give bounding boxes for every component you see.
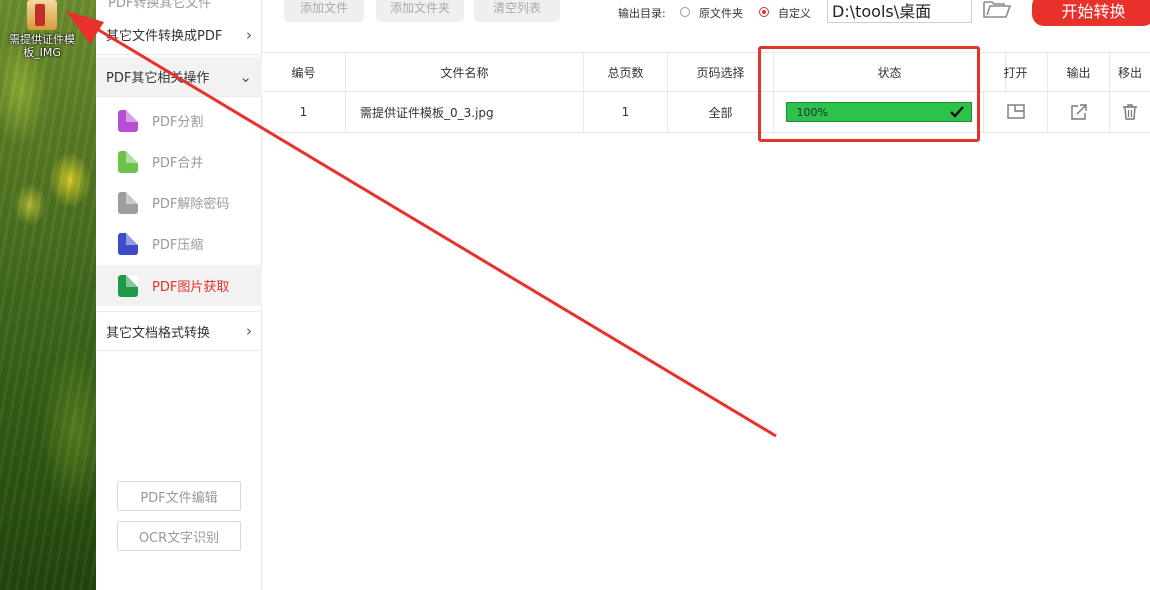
toolbar: 添加文件 添加文件夹 清空列表 输出目录: 原文件夹 自定义 开始转换 [262,0,1150,52]
folder-open-icon[interactable] [982,0,1012,22]
progress-bar: 100% [785,102,972,122]
sidebar-item-label: PDF分割 [152,115,204,130]
table-row[interactable]: 1 需提供证件模板_0_3.jpg 1 全部 100% [262,92,1150,133]
sidebar-category-pdf-other[interactable]: PDF其它相关操作 ⌄ [96,57,262,97]
radio-source-folder[interactable] [680,7,690,17]
trash-icon[interactable] [1120,102,1140,122]
chevron-right-icon: › [246,322,252,340]
header-remove: 移出 [1117,65,1142,80]
header-filename: 文件名称 [346,53,584,91]
add-file-button[interactable]: 添加文件 [284,0,364,22]
row-output [1048,92,1110,132]
split-icon [118,109,138,132]
image-file-icon [27,0,57,30]
sidebar-category-doc-convert[interactable]: 其它文档格式转换 › [96,311,262,351]
sidebar-item-label: PDF压缩 [152,238,204,253]
row-filename: 需提供证件模板_0_3.jpg [346,92,584,132]
check-icon [949,106,964,118]
sidebar: PDF转换其它文件 其它文件转换成PDF › PDF其它相关操作 ⌄ PDF分割… [96,0,262,590]
sidebar-item-pdf-unlock[interactable]: PDF解除密码 [96,182,262,223]
desktop-file-icon[interactable]: 需提供证件模板_IMG [4,0,80,70]
header-status: 状态 [774,53,1006,91]
radio-custom[interactable] [759,7,769,17]
header-open: 打开 [984,53,1048,91]
sidebar-category-label: PDF其它相关操作 [106,71,210,86]
desktop-wallpaper: 需提供证件模板_IMG [0,0,96,590]
row-index: 1 [262,92,346,132]
header-output: 输出 [1048,53,1110,91]
sidebar-item-label: PDF图片获取 [152,280,230,295]
sidebar-item-pdf-split[interactable]: PDF分割 [96,100,262,141]
ocr-button[interactable]: OCR文字识别 [117,521,241,551]
sidebar-item-pdf-compress[interactable]: PDF压缩 [96,223,262,264]
sidebar-item-pdf-merge[interactable]: PDF合并 [96,141,262,182]
unlock-icon [118,191,138,214]
chevron-down-icon: ⌄ [239,67,252,86]
radio-source-folder-label: 原文件夹 [699,7,743,20]
sidebar-cut-category[interactable]: PDF转换其它文件 [108,0,211,11]
start-convert-button[interactable]: 开始转换 [1032,0,1150,26]
sidebar-category-label: 其它文件转换成PDF [106,29,223,44]
sidebar-item-label: PDF合并 [152,156,204,171]
header-pages: 总页数 [584,53,668,91]
progress-text: 100% [796,105,828,119]
row-remove [1110,92,1150,132]
table-header: 编号 文件名称 总页数 页码选择 状态 打开 输出 移出 [262,52,1150,92]
merge-icon [118,150,138,173]
output-dir-label: 输出目录: [618,7,666,20]
sidebar-category-label: 其它文档格式转换 [106,325,211,341]
header-page-select: 页码选择 [668,53,774,91]
image-extract-icon [118,274,138,297]
row-status: 100% [774,92,984,132]
row-pages: 1 [584,92,668,132]
sidebar-category-to-pdf[interactable]: 其它文件转换成PDF › [96,15,262,55]
row-open [984,92,1048,132]
sidebar-item-pdf-image-extract[interactable]: PDF图片获取 [96,265,262,306]
sidebar-item-label: PDF解除密码 [152,197,230,212]
row-page-select[interactable]: 全部 [668,92,774,132]
desktop-file-label: 需提供证件模板_IMG [9,33,75,59]
pdf-edit-button[interactable]: PDF文件编辑 [117,481,241,511]
clear-list-button[interactable]: 清空列表 [474,0,560,22]
output-path-input[interactable] [827,0,972,23]
external-link-icon[interactable] [1069,102,1089,122]
add-folder-button[interactable]: 添加文件夹 [376,0,464,22]
radio-custom-label: 自定义 [778,7,811,20]
chevron-right-icon: › [246,25,252,44]
compress-icon [118,232,138,255]
open-file-icon[interactable] [1006,102,1026,122]
header-index: 编号 [262,53,346,91]
